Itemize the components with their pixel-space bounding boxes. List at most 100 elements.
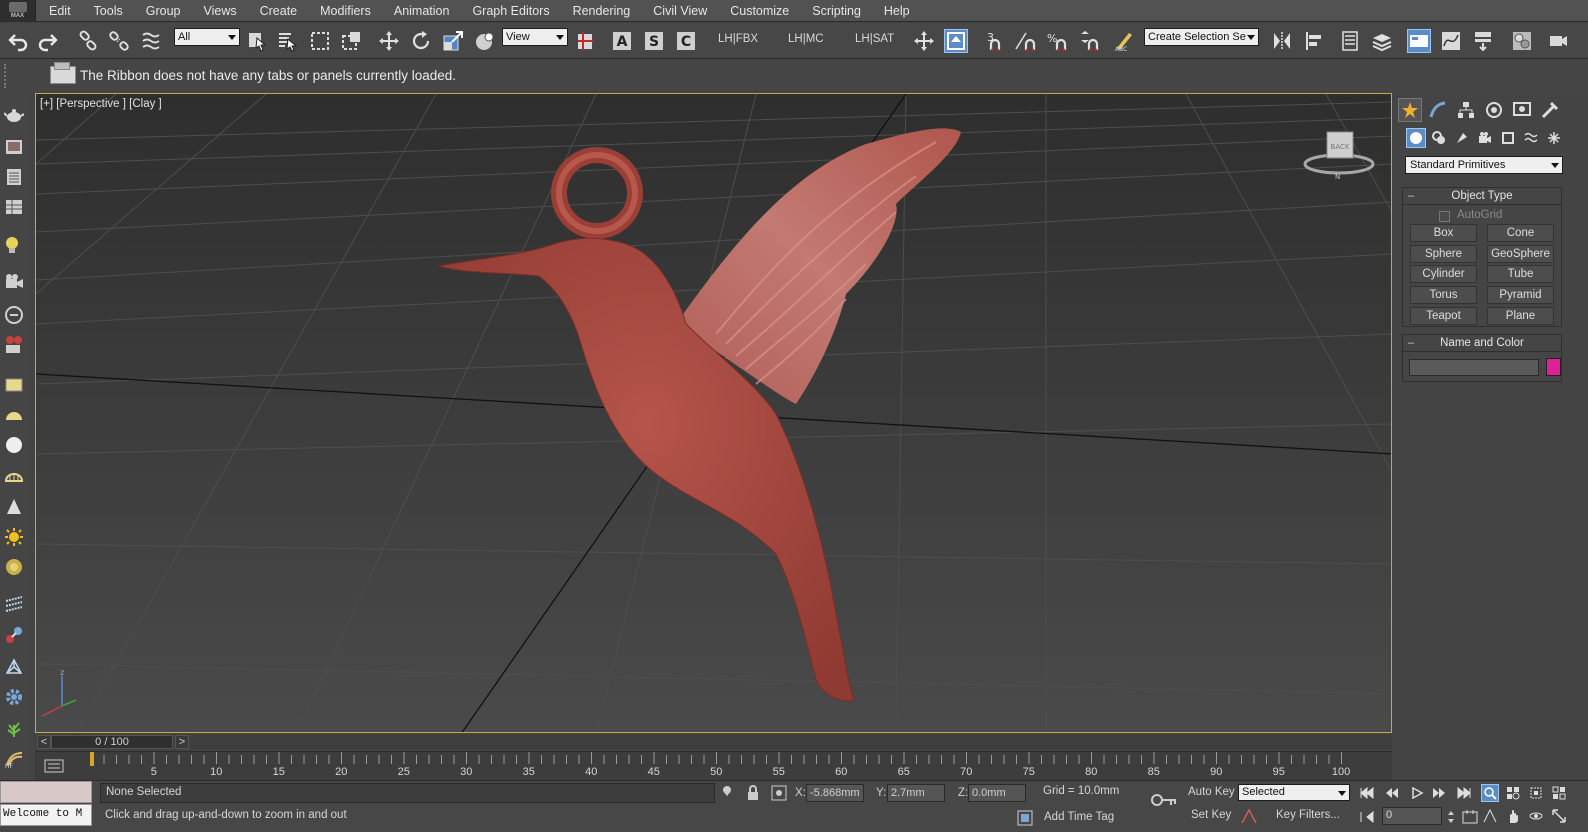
viewcube[interactable]: BACK N — [1301, 122, 1381, 182]
dome-icon[interactable] — [3, 466, 25, 488]
cone-icon[interactable] — [3, 496, 25, 518]
geosphere-button[interactable]: GeoSphere — [1487, 245, 1554, 263]
sphere-button[interactable]: Sphere — [1410, 245, 1477, 263]
maxscript-listener-top[interactable] — [0, 781, 92, 803]
autogrid-checkbox[interactable] — [1439, 211, 1450, 222]
transform-gizmo-icon[interactable] — [912, 29, 936, 53]
next-frame-icon[interactable] — [1430, 784, 1448, 802]
z-coordinate-field[interactable]: 0.0mm — [968, 784, 1026, 802]
zoom-extents-all-icon[interactable] — [1550, 784, 1568, 802]
render-frame-icon[interactable] — [3, 136, 25, 158]
cone-button[interactable]: Cone — [1487, 224, 1554, 242]
light-bulb-icon[interactable] — [3, 234, 25, 256]
object-name-input[interactable] — [1409, 359, 1539, 376]
geometry-subtab-icon[interactable] — [1406, 128, 1426, 148]
reference-coordinate-select[interactable]: View — [502, 28, 568, 46]
curve-editor-icon[interactable] — [1439, 29, 1463, 53]
plane-icon[interactable] — [3, 374, 25, 396]
play-icon[interactable] — [1408, 784, 1426, 802]
lh-fbx-button[interactable]: LH|FBX — [718, 33, 758, 45]
utilities-tab-icon[interactable] — [1538, 98, 1562, 122]
zoom-extents-icon[interactable] — [1527, 784, 1545, 802]
menu-rendering[interactable]: Rendering — [561, 0, 642, 22]
absolute-mode-icon[interactable] — [770, 784, 788, 802]
name-and-color-rollout-header[interactable]: – Name and Color — [1403, 335, 1561, 352]
move-to-screen-icon[interactable] — [944, 29, 968, 53]
selection-filter-select[interactable]: All — [174, 28, 240, 46]
table-panel-icon[interactable] — [3, 196, 25, 218]
unlink-selection-icon[interactable] — [107, 29, 131, 53]
object-color-swatch[interactable] — [1546, 358, 1561, 376]
maximize-viewport-icon[interactable] — [1550, 807, 1568, 825]
go-to-end-icon[interactable] — [1455, 784, 1473, 802]
sphere-icon[interactable] — [3, 434, 25, 456]
go-to-start-icon[interactable] — [1358, 784, 1376, 802]
teapot-icon[interactable] — [3, 104, 25, 126]
menu-tools[interactable]: Tools — [82, 0, 134, 22]
menu-create[interactable]: Create — [248, 0, 309, 22]
viewport-label[interactable]: [+] [Perspective ] [Clay ] — [40, 98, 162, 110]
menu-modifiers[interactable]: Modifiers — [309, 0, 383, 22]
pyramid-button[interactable]: Pyramid — [1487, 286, 1554, 304]
hummingbird-model[interactable] — [36, 94, 1392, 733]
key-mode-select[interactable]: Selected — [1238, 784, 1350, 801]
select-and-move-icon[interactable] — [377, 29, 401, 53]
foliage-icon[interactable] — [3, 718, 25, 740]
helpers-subtab-icon[interactable] — [1498, 128, 1518, 148]
key-mode-icon[interactable] — [1150, 791, 1178, 809]
time-slider-next-button[interactable]: > — [175, 735, 189, 749]
time-slider[interactable]: < 0 / 100 > — [35, 734, 1392, 750]
bind-to-space-warp-icon[interactable] — [139, 29, 163, 53]
object-type-rollout-header[interactable]: – Object Type — [1403, 188, 1561, 205]
select-by-name-icon[interactable] — [275, 29, 299, 53]
mirror-icon[interactable] — [1270, 29, 1294, 53]
menu-civil-view[interactable]: Civil View — [642, 0, 719, 22]
layer-explorer-icon[interactable] — [1370, 29, 1394, 53]
camera-icon[interactable] — [3, 272, 25, 294]
molecule-icon[interactable] — [3, 624, 25, 646]
time-slider-thumb[interactable]: 0 / 100 — [51, 735, 173, 749]
maxscript-listener[interactable]: Welcome to M — [0, 804, 92, 826]
particles-icon[interactable] — [3, 594, 25, 616]
track-bar[interactable]: 5 10 15 20 25 30 35 40 45 50 55 60 65 70… — [35, 751, 1392, 780]
redo-icon[interactable] — [36, 29, 60, 53]
box-button[interactable]: Box — [1410, 224, 1477, 242]
app-logo-button[interactable]: MAX — [0, 0, 36, 22]
key-filters-button[interactable]: Key Filters... — [1276, 809, 1340, 821]
lh-sat-button[interactable]: LH|SAT — [855, 33, 894, 45]
sun-icon[interactable] — [3, 526, 25, 548]
menu-graph-editors[interactable]: Graph Editors — [461, 0, 561, 22]
time-configuration-icon[interactable] — [1461, 808, 1479, 826]
scene-explorer-icon[interactable] — [1338, 29, 1362, 53]
spinner-snap-icon[interactable] — [1077, 29, 1101, 53]
menu-group[interactable]: Group — [134, 0, 192, 22]
previous-frame-icon[interactable] — [1383, 784, 1401, 802]
select-and-place-icon[interactable] — [473, 29, 497, 53]
snap-3d-icon[interactable]: 3 — [981, 29, 1005, 53]
hair-fur-icon[interactable]: HF — [3, 748, 25, 770]
select-and-link-icon[interactable] — [76, 29, 100, 53]
menu-help[interactable]: Help — [872, 0, 921, 22]
x-coordinate-field[interactable]: -5.868mm — [806, 784, 864, 802]
modify-tab-icon[interactable] — [1426, 98, 1450, 122]
render-setup-icon[interactable] — [1545, 29, 1569, 53]
cylinder-button[interactable]: Cylinder — [1410, 265, 1477, 283]
gold-sphere-icon[interactable] — [3, 556, 25, 578]
frame-spinner-icon[interactable] — [1446, 808, 1456, 826]
geometry-icon[interactable] — [3, 656, 25, 678]
menu-animation[interactable]: Animation — [382, 0, 461, 22]
pan-view-icon[interactable] — [1504, 807, 1522, 825]
time-tag-icon[interactable] — [1016, 809, 1034, 827]
zoom-all-icon[interactable] — [1504, 784, 1522, 802]
cameras-subtab-icon[interactable] — [1475, 128, 1495, 148]
select-and-rotate-icon[interactable] — [409, 29, 433, 53]
default-tangent-icon[interactable] — [1240, 807, 1258, 825]
perspective-viewport[interactable]: z [+] [Perspective] [Clay] BACK N — [35, 93, 1392, 733]
keyboard-shortcut-override-icon[interactable]: A — [610, 29, 634, 53]
key-mode-toggle-icon[interactable] — [1358, 808, 1376, 826]
current-frame-field[interactable]: 0 — [1382, 807, 1442, 825]
systems-subtab-icon[interactable] — [1544, 128, 1564, 148]
selection-lock-icon[interactable] — [744, 784, 762, 802]
display-tab-icon[interactable] — [1510, 98, 1534, 122]
hemisphere-icon[interactable] — [3, 404, 25, 426]
